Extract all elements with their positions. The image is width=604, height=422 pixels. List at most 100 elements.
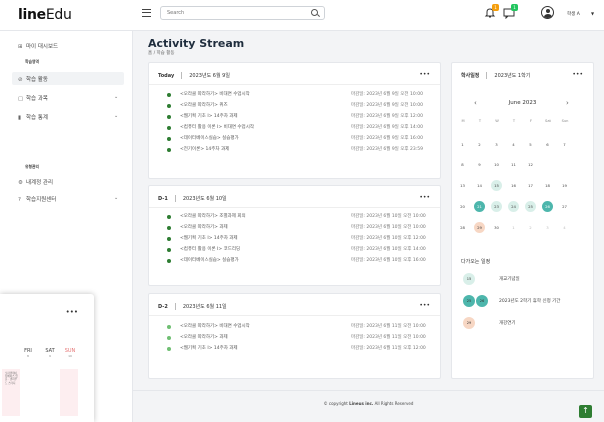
date-badge: 15 xyxy=(463,273,475,285)
list-item[interactable]: <오라클 따라하기> 과제 마감일: 2023년 6월 11일 오전 10:00 xyxy=(165,334,441,342)
weekday-label: T xyxy=(512,119,516,123)
search-box xyxy=(160,6,325,20)
more-icon[interactable]: ••• xyxy=(572,71,583,78)
list-item[interactable]: <컴퓨터 활용 이론 I> 비대면 수업시작 마감일: 2023년 6월 9일 오… xyxy=(165,124,441,132)
weekday-sun: SUN 10 xyxy=(64,348,76,358)
breadcrumb[interactable]: 홈 / 학습 활동 xyxy=(148,50,175,56)
calendar-day-event[interactable]: 26 xyxy=(542,201,553,212)
calendar-day[interactable]: 19 xyxy=(559,180,570,191)
calendar-cell[interactable] xyxy=(60,369,78,416)
sidebar-item-courses[interactable]: ▢ 학습 과목 xyxy=(18,94,48,102)
calendar-day-event[interactable]: 23 xyxy=(491,201,502,212)
chevron-down-icon[interactable]: ⌄ xyxy=(114,94,118,100)
weekday-label: T xyxy=(478,119,482,123)
activity-card-d2: D-2 2023년도 6월 11일 ••• <오라클 따라하기> 비대면 수업시작… xyxy=(148,293,441,379)
more-icon[interactable]: ••• xyxy=(419,71,430,78)
calendar-day[interactable]: 14 xyxy=(474,180,485,191)
calendar-day[interactable]: 27 xyxy=(559,201,570,212)
calendar-day[interactable]: 30 xyxy=(491,222,502,233)
list-item[interactable]: <데이터베이스실습> 실습평가 마감일: 2023년 6월 9일 오후 16:00 xyxy=(165,135,441,143)
list-item[interactable]: <오라클 따라하기> 비대면 수업시작 마감일: 2023년 6월 11일 오전 … xyxy=(165,323,441,331)
help-icon: ? xyxy=(18,197,21,203)
card-header: Today 2023년도 6월 9일 xyxy=(158,72,230,79)
calendar-day-event[interactable]: 21 xyxy=(474,201,485,212)
calendar-day-next-month[interactable]: 3 xyxy=(542,222,553,233)
list-item[interactable]: <오라클 따라하기> 비대면 수업시작 마감일: 2023년 6월 9일 오전 1… xyxy=(165,91,441,99)
calendar-day-event[interactable]: 24 xyxy=(508,201,519,212)
list-item[interactable]: <데이터베이스실습> 실습평가 마감일: 2023년 6월 10일 오후 16:0… xyxy=(165,257,441,265)
search-icon[interactable] xyxy=(311,9,318,16)
upcoming-item[interactable]: 15 개교기념일 xyxy=(463,273,520,285)
calendar-day[interactable]: 4 xyxy=(508,139,519,150)
date-badge: 29 xyxy=(463,317,475,329)
notification-badge: 1 xyxy=(492,4,499,11)
calendar-day-event[interactable]: 25 xyxy=(525,201,536,212)
chevron-down-icon[interactable]: ⌄ xyxy=(114,113,118,119)
calendar-day[interactable]: 1 xyxy=(457,139,468,150)
user-avatar[interactable] xyxy=(541,6,554,19)
list-item[interactable]: <오라클 따라하기> 퀴즈 마감일: 2023년 6월 9일 오전 10:00 xyxy=(165,102,441,110)
app-logo[interactable]: lineEdu xyxy=(18,7,72,23)
calendar-day-next-month[interactable]: 4 xyxy=(559,222,570,233)
sidebar-item-activity[interactable]: ⊘ 학습 활동 xyxy=(18,75,48,83)
sidebar-item-dashboard[interactable]: ⊞ 마이 대시보드 xyxy=(18,42,58,50)
weekday-label: Sat xyxy=(545,119,551,123)
calendar-day[interactable]: 16 xyxy=(508,180,519,191)
chevron-down-icon[interactable]: ⌄ xyxy=(114,195,118,201)
sidebar-section-admin: 유형관리 xyxy=(25,164,39,169)
calendar-day[interactable]: 9 xyxy=(474,159,485,170)
card-header: D-1 2023년도 6월 10일 xyxy=(158,195,227,202)
calendar-day[interactable]: 20 xyxy=(457,201,468,212)
calendar-day[interactable]: 10 xyxy=(491,159,502,170)
calendar-day[interactable]: 2 xyxy=(474,139,485,150)
menu-icon[interactable] xyxy=(142,9,151,17)
list-item[interactable]: <컴퓨터 활용 이론 I> 코드리딩 마감일: 2023년 6월 10일 오후 1… xyxy=(165,246,441,254)
upcoming-item[interactable]: 29 개강연기 xyxy=(463,317,516,329)
calendar-day[interactable]: 17 xyxy=(525,180,536,191)
upcoming-item[interactable]: 25 26 2023년도 2학기 휴학 신청 기간 xyxy=(463,295,560,307)
caret-down-icon[interactable]: ▼ xyxy=(591,11,594,16)
calendar-day[interactable]: 12 xyxy=(525,159,536,170)
settings-icon: ⚙ xyxy=(18,180,23,186)
calendar-day[interactable]: 7 xyxy=(559,139,570,150)
list-item[interactable]: <오라클 따라하기> 조별과제 회의 마감일: 2023년 6월 10일 오전 1… xyxy=(165,213,441,221)
calendar-day[interactable]: 28 xyxy=(457,222,468,233)
sidebar-item-stats[interactable]: ▮ 학습 통계 xyxy=(18,113,48,121)
calendar-day[interactable]: 3 xyxy=(491,139,502,150)
date-badge: 26 xyxy=(476,295,488,307)
chevron-right-icon[interactable]: › xyxy=(566,99,569,107)
weekday-label: M xyxy=(461,119,465,123)
calendar-day[interactable]: 18 xyxy=(542,180,553,191)
calendar-day[interactable]: 6 xyxy=(542,139,553,150)
more-icon[interactable]: ••• xyxy=(66,308,78,316)
weekday-fri: FRI 8 xyxy=(24,348,32,358)
calendar-day[interactable]: 13 xyxy=(457,180,468,191)
list-item[interactable]: <오라클 따라하기> 과제 마감일: 2023년 6월 10일 오전 10:00 xyxy=(165,224,441,232)
calendar-day[interactable]: 5 xyxy=(525,139,536,150)
event-note[interactable]: 오라클데이터베이스 입문 · 클라우드 스터디 xyxy=(5,372,19,385)
list-item[interactable]: <웹기획 기초 I> 14주차 과제 마감일: 2023년 6월 9일 오후 12… xyxy=(165,113,441,121)
list-item[interactable]: <웹기획 기초 I> 14주차 과제 마감일: 2023년 6월 11일 오후 1… xyxy=(165,345,441,353)
list-item[interactable]: <웹기획 기초 I> 14주차 과제 마감일: 2023년 6월 10일 오후 1… xyxy=(165,235,441,243)
list-item[interactable]: <전기이론> 14주차 과제 마감일: 2023년 6월 9일 오후 23:59 xyxy=(165,146,441,154)
calendar-day[interactable]: 11 xyxy=(508,159,519,170)
calendar-day[interactable]: 8 xyxy=(457,159,468,170)
weekday-sat: SAT 9 xyxy=(45,348,55,358)
sidebar-item-support[interactable]: ? 학습지원센터 xyxy=(18,195,56,203)
weekday-label: W xyxy=(495,119,499,123)
user-name[interactable]: 학생 A xyxy=(567,11,580,17)
scroll-top-button[interactable]: ↑ xyxy=(579,405,592,418)
sidebar-item-my-info[interactable]: ⚙ 내계정 관리 xyxy=(18,178,53,186)
calendar-day-next-month[interactable]: 1 xyxy=(508,222,519,233)
message-badge: 1 xyxy=(511,4,518,11)
chat-icon[interactable]: 1 xyxy=(503,4,518,20)
top-bar: lineEdu 1 1 학생 A ▼ xyxy=(0,0,604,31)
bell-icon[interactable]: 1 xyxy=(484,4,499,19)
more-icon[interactable]: ••• xyxy=(419,194,430,201)
search-input[interactable] xyxy=(161,7,301,19)
more-icon[interactable]: ••• xyxy=(419,302,430,309)
calendar-day-event[interactable]: 29 xyxy=(474,222,485,233)
weekday-label: Sun xyxy=(561,119,569,123)
calendar-day-next-month[interactable]: 2 xyxy=(525,222,536,233)
calendar-day-event[interactable]: 15 xyxy=(491,180,502,191)
